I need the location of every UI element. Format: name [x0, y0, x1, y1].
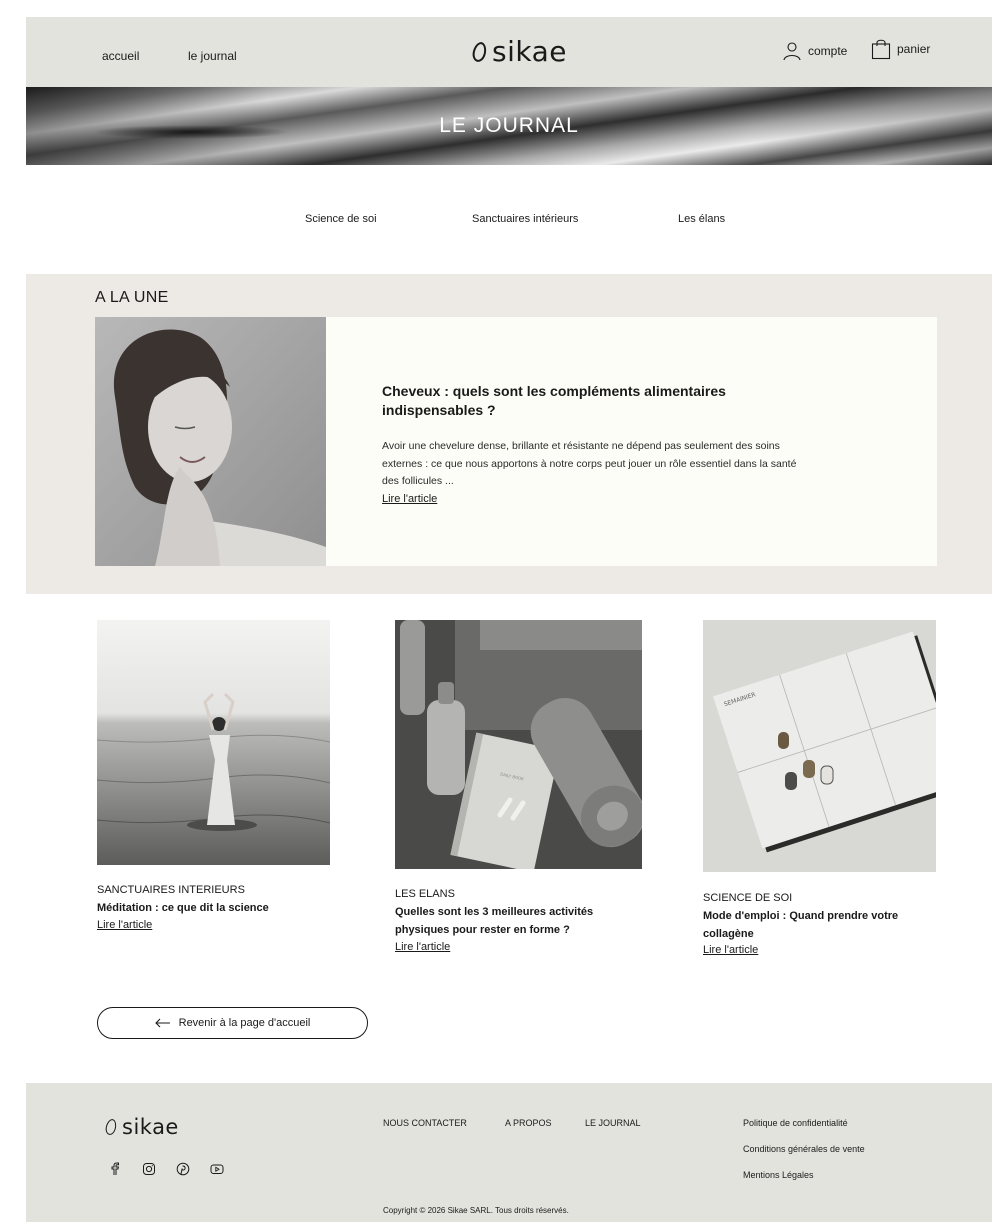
featured-image[interactable] [95, 317, 326, 566]
featured-section-title: A LA UNE [95, 289, 169, 306]
shopping-bag-icon [871, 39, 891, 60]
article-title-meditation[interactable]: Méditation : ce que dit la science [97, 899, 330, 917]
article-category-science: SCIENCE DE SOI [703, 892, 793, 904]
back-home-label: Revenir à la page d'accueil [178, 1017, 311, 1029]
facebook-icon[interactable] [108, 1162, 122, 1176]
journal-banner: LE JOURNAL [26, 87, 992, 165]
user-icon [783, 42, 801, 61]
logo-text: sikae [492, 35, 567, 68]
article-title-activites[interactable]: Quelles sont les 3 meilleures activités … [395, 903, 635, 939]
category-science-de-soi[interactable]: Science de soi [305, 213, 377, 225]
footer-link-mentions-legales[interactable]: Mentions Légales [743, 1170, 814, 1180]
article-image-activites[interactable]: DAILY BOOK [395, 620, 642, 869]
instagram-icon[interactable] [142, 1162, 156, 1176]
footer-link-cgv[interactable]: Conditions générales de vente [743, 1144, 865, 1154]
footer-logo-mark-icon [104, 1118, 118, 1136]
featured-excerpt-text: Avoir une chevelure dense, brillante et … [382, 440, 797, 487]
pinterest-icon[interactable] [176, 1162, 190, 1176]
featured-article-title[interactable]: Cheveux : quels sont les compléments ali… [382, 382, 802, 420]
footer-link-a-propos[interactable]: A PROPOS [505, 1118, 552, 1128]
article-category-elans: LES ELANS [395, 888, 455, 900]
banner-title: LE JOURNAL [439, 114, 579, 137]
article-title-collagene[interactable]: Mode d'emploi : Quand prendre votre coll… [703, 907, 936, 943]
logo-mark-icon [470, 40, 489, 63]
cart-label: panier [897, 42, 931, 56]
footer-logo-text: sikae [122, 1115, 179, 1139]
nav-accueil[interactable]: accueil [102, 49, 139, 63]
footer-logo[interactable]: sikae [104, 1115, 179, 1139]
back-home-button[interactable]: Revenir à la page d'accueil [97, 1007, 368, 1039]
nav-le-journal[interactable]: le journal [188, 49, 237, 63]
article-read-link-activites[interactable]: Lire l'article [395, 941, 450, 953]
cart-link[interactable]: panier [871, 38, 930, 60]
article-category-sanctuaires: SANCTUAIRES INTERIEURS [97, 884, 245, 896]
footer-link-journal[interactable]: LE JOURNAL [585, 1118, 641, 1128]
article-image-meditation[interactable] [97, 620, 330, 865]
account-link[interactable]: compte [782, 41, 847, 61]
category-les-elans[interactable]: Les élans [678, 213, 725, 225]
article-image-collagene[interactable]: SEMAINIER [703, 620, 936, 872]
category-sanctuaires-interieurs[interactable]: Sanctuaires intérieurs [472, 213, 578, 225]
site-logo[interactable]: sikae [470, 35, 567, 68]
youtube-icon[interactable] [210, 1162, 224, 1176]
footer-copyright: Copyright © 2026 Sikae SARL. Tous droits… [383, 1206, 569, 1215]
arrow-left-icon [154, 1018, 170, 1028]
article-read-link-collagene[interactable]: Lire l'article [703, 944, 758, 956]
article-read-link-meditation[interactable]: Lire l'article [97, 919, 152, 931]
footer-link-contact[interactable]: NOUS CONTACTER [383, 1118, 467, 1128]
account-label: compte [808, 44, 848, 58]
featured-read-link[interactable]: Lire l'article [382, 493, 437, 505]
footer-link-privacy[interactable]: Politique de confidentialité [743, 1118, 848, 1128]
featured-article-excerpt: Avoir une chevelure dense, brillante et … [382, 438, 802, 508]
social-links [108, 1162, 224, 1176]
